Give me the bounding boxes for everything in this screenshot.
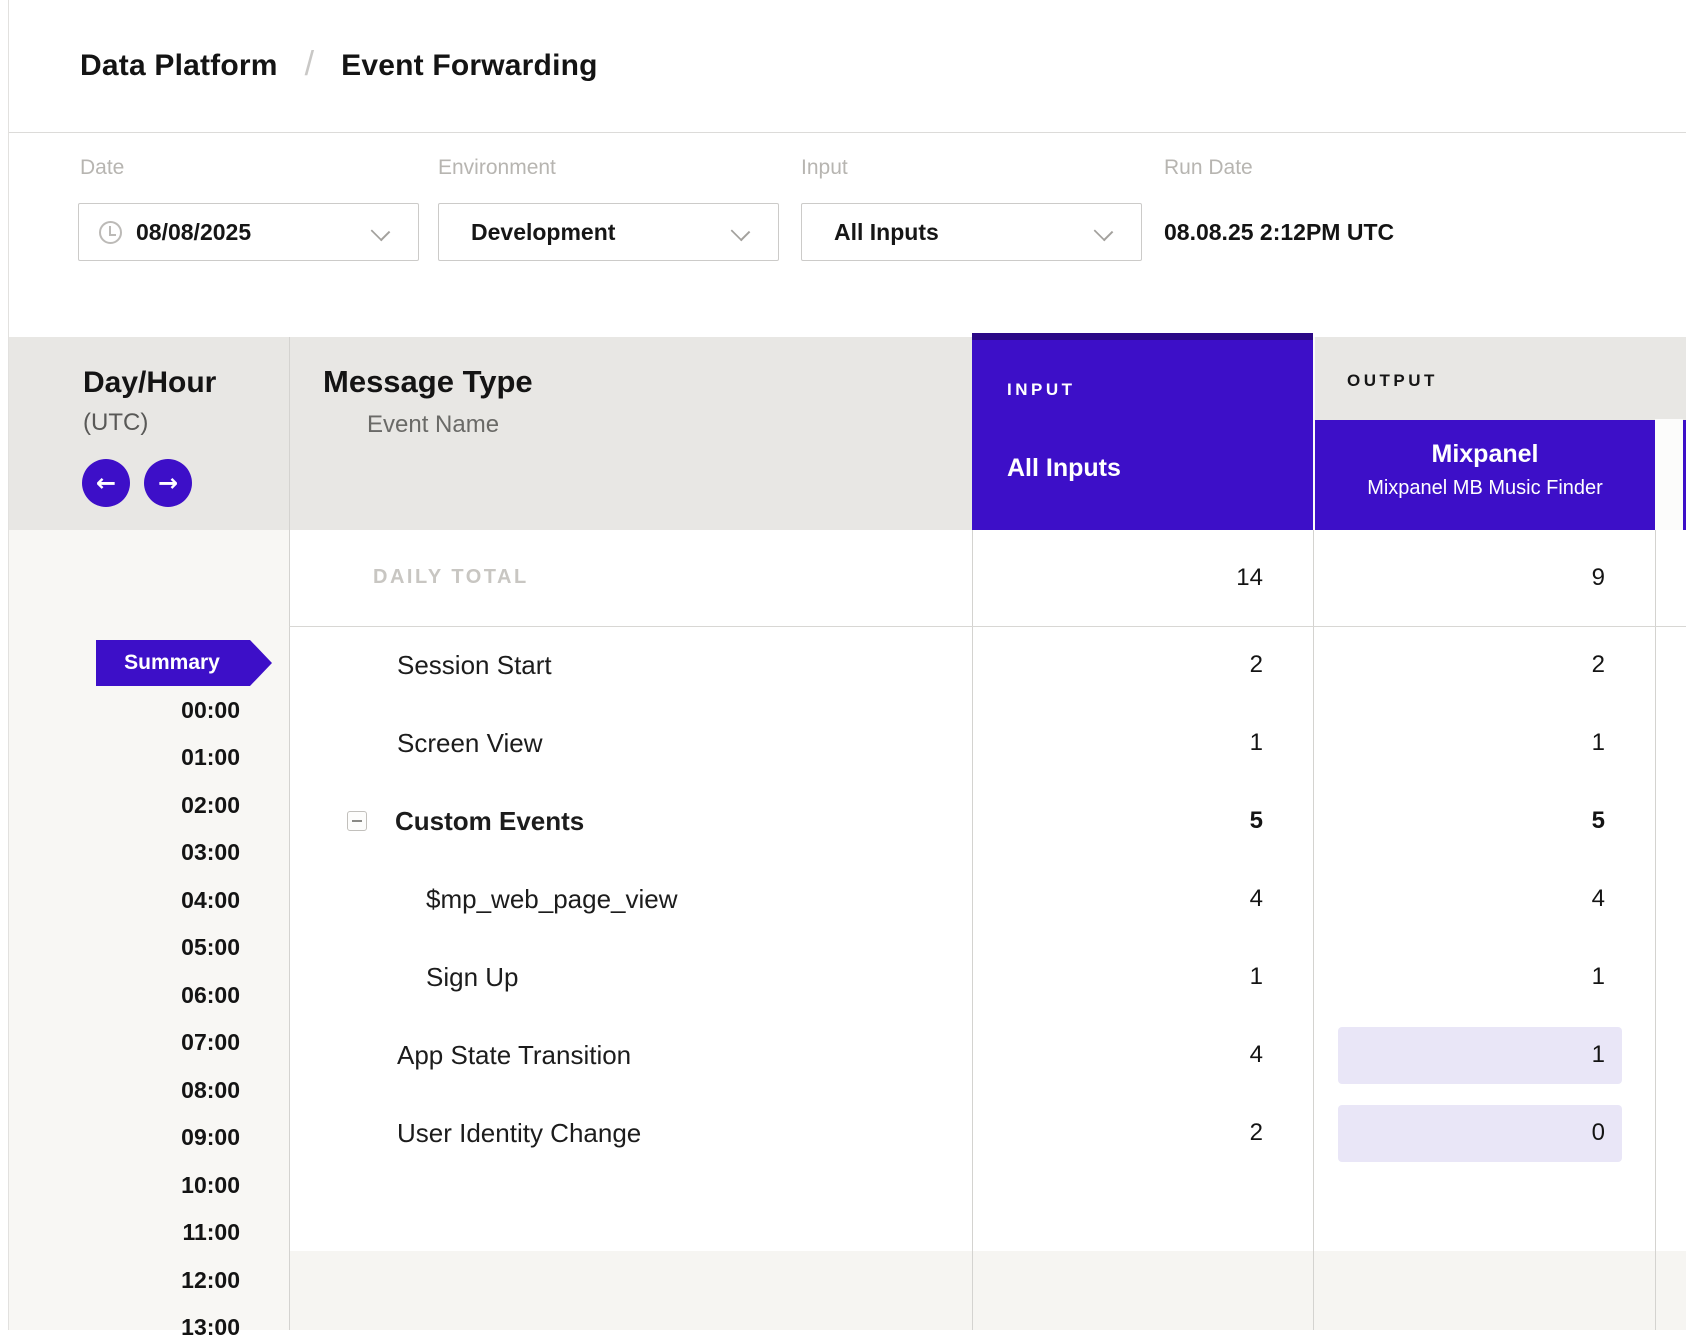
output-column-header-mixpanel: Mixpanel Mixpanel MB Music Finder — [1315, 420, 1655, 530]
input-column-name: All Inputs — [1007, 454, 1121, 483]
output-column-subtitle: Mixpanel MB Music Finder — [1367, 477, 1603, 500]
next-day-button[interactable]: → — [144, 459, 192, 507]
summary-label: Summary — [124, 651, 220, 675]
row-input-value: 2 — [1100, 651, 1263, 679]
column-divider — [1313, 530, 1314, 1330]
column-divider — [289, 337, 290, 1330]
input-column-header: INPUT All Inputs — [972, 333, 1313, 530]
hour-row-0300[interactable]: 03:00 — [120, 839, 240, 866]
date-filter-label: Date — [80, 156, 124, 180]
event-name-subheader: Event Name — [367, 411, 499, 439]
previous-day-button[interactable]: ← — [82, 459, 130, 507]
row-label-custom-events: Custom Events — [395, 806, 584, 837]
input-dropdown[interactable]: All Inputs — [801, 203, 1142, 261]
breadcrumb-separator: / — [305, 45, 314, 84]
row-output-value: 0 — [1400, 1119, 1605, 1147]
row-input-value: 1 — [1100, 729, 1263, 757]
run-date-value: 08.08.25 2:12PM UTC — [1164, 203, 1394, 261]
hour-row-0400[interactable]: 04:00 — [120, 887, 240, 914]
day-hour-timezone: (UTC) — [83, 409, 148, 437]
arrow-left-icon: ← — [96, 469, 116, 497]
input-dropdown-value: All Inputs — [834, 219, 939, 246]
row-input-value: 5 — [1100, 807, 1263, 835]
collapse-custom-events-button[interactable] — [347, 811, 367, 831]
table-footer-background — [289, 1251, 1686, 1330]
hour-row-0000[interactable]: 00:00 — [120, 697, 240, 724]
column-divider — [972, 530, 973, 1330]
row-output-value: 5 — [1400, 807, 1605, 835]
row-label-sign-up: Sign Up — [426, 962, 519, 993]
row-output-value: 4 — [1400, 885, 1605, 913]
hour-row-0700[interactable]: 07:00 — [120, 1029, 240, 1056]
output-kicker: OUTPUT — [1347, 371, 1438, 391]
hour-row-0800[interactable]: 08:00 — [120, 1077, 240, 1104]
chevron-down-icon — [1094, 222, 1114, 242]
chevron-down-icon — [731, 222, 751, 242]
input-filter-label: Input — [801, 156, 848, 180]
daily-total-label: DAILY TOTAL — [373, 566, 529, 589]
row-input-value: 4 — [1100, 1041, 1263, 1069]
breadcrumb-section[interactable]: Data Platform — [80, 49, 278, 83]
hour-row-1100[interactable]: 11:00 — [120, 1219, 240, 1246]
date-dropdown[interactable]: 08/08/2025 — [78, 203, 419, 261]
hour-row-1300[interactable]: 13:00 — [120, 1314, 240, 1341]
page-title: Event Forwarding — [341, 49, 598, 83]
hour-row-0600[interactable]: 06:00 — [120, 982, 240, 1009]
arrow-right-icon: → — [158, 469, 178, 497]
breadcrumb: Data Platform / Event Forwarding — [9, 0, 1686, 133]
row-label-mp-web-page-view: $mp_web_page_view — [426, 884, 678, 915]
hour-row-0200[interactable]: 02:00 — [120, 792, 240, 819]
row-output-value: 1 — [1400, 729, 1605, 757]
row-label-session-start: Session Start — [397, 650, 552, 681]
date-dropdown-value: 08/08/2025 — [136, 219, 251, 246]
hour-row-1000[interactable]: 10:00 — [120, 1172, 240, 1199]
run-date-label: Run Date — [1164, 156, 1253, 180]
hour-row-0500[interactable]: 05:00 — [120, 934, 240, 961]
row-input-value: 2 — [1100, 1119, 1263, 1147]
row-input-value: 4 — [1100, 885, 1263, 913]
hour-row-0900[interactable]: 09:00 — [120, 1124, 240, 1151]
column-divider — [1655, 530, 1656, 1330]
hour-row-0100[interactable]: 01:00 — [120, 744, 240, 771]
day-hour-header: Day/Hour — [83, 366, 216, 400]
row-output-value: 1 — [1400, 963, 1605, 991]
row-label-user-identity-change: User Identity Change — [397, 1118, 641, 1149]
row-output-value: 2 — [1400, 651, 1605, 679]
environment-dropdown-value: Development — [471, 219, 615, 246]
output-column-gutter — [1655, 419, 1683, 530]
daily-total-input-value: 14 — [1100, 564, 1263, 592]
minus-icon — [352, 820, 362, 822]
row-output-value: 1 — [1400, 1041, 1605, 1069]
environment-filter-label: Environment — [438, 156, 556, 180]
row-label-screen-view: Screen View — [397, 728, 543, 759]
hour-row-1200[interactable]: 12:00 — [120, 1267, 240, 1294]
summary-row-badge[interactable]: Summary — [96, 640, 272, 686]
input-kicker: INPUT — [1007, 380, 1076, 400]
row-input-value: 1 — [1100, 963, 1263, 991]
chevron-down-icon — [371, 222, 391, 242]
message-type-header: Message Type — [323, 364, 533, 400]
clock-icon — [99, 221, 122, 244]
daily-total-output-value: 9 — [1400, 564, 1605, 592]
environment-dropdown[interactable]: Development — [438, 203, 779, 261]
output-column-name: Mixpanel — [1432, 440, 1539, 469]
daily-total-divider — [289, 626, 1686, 627]
row-label-app-state-transition: App State Transition — [397, 1040, 631, 1071]
